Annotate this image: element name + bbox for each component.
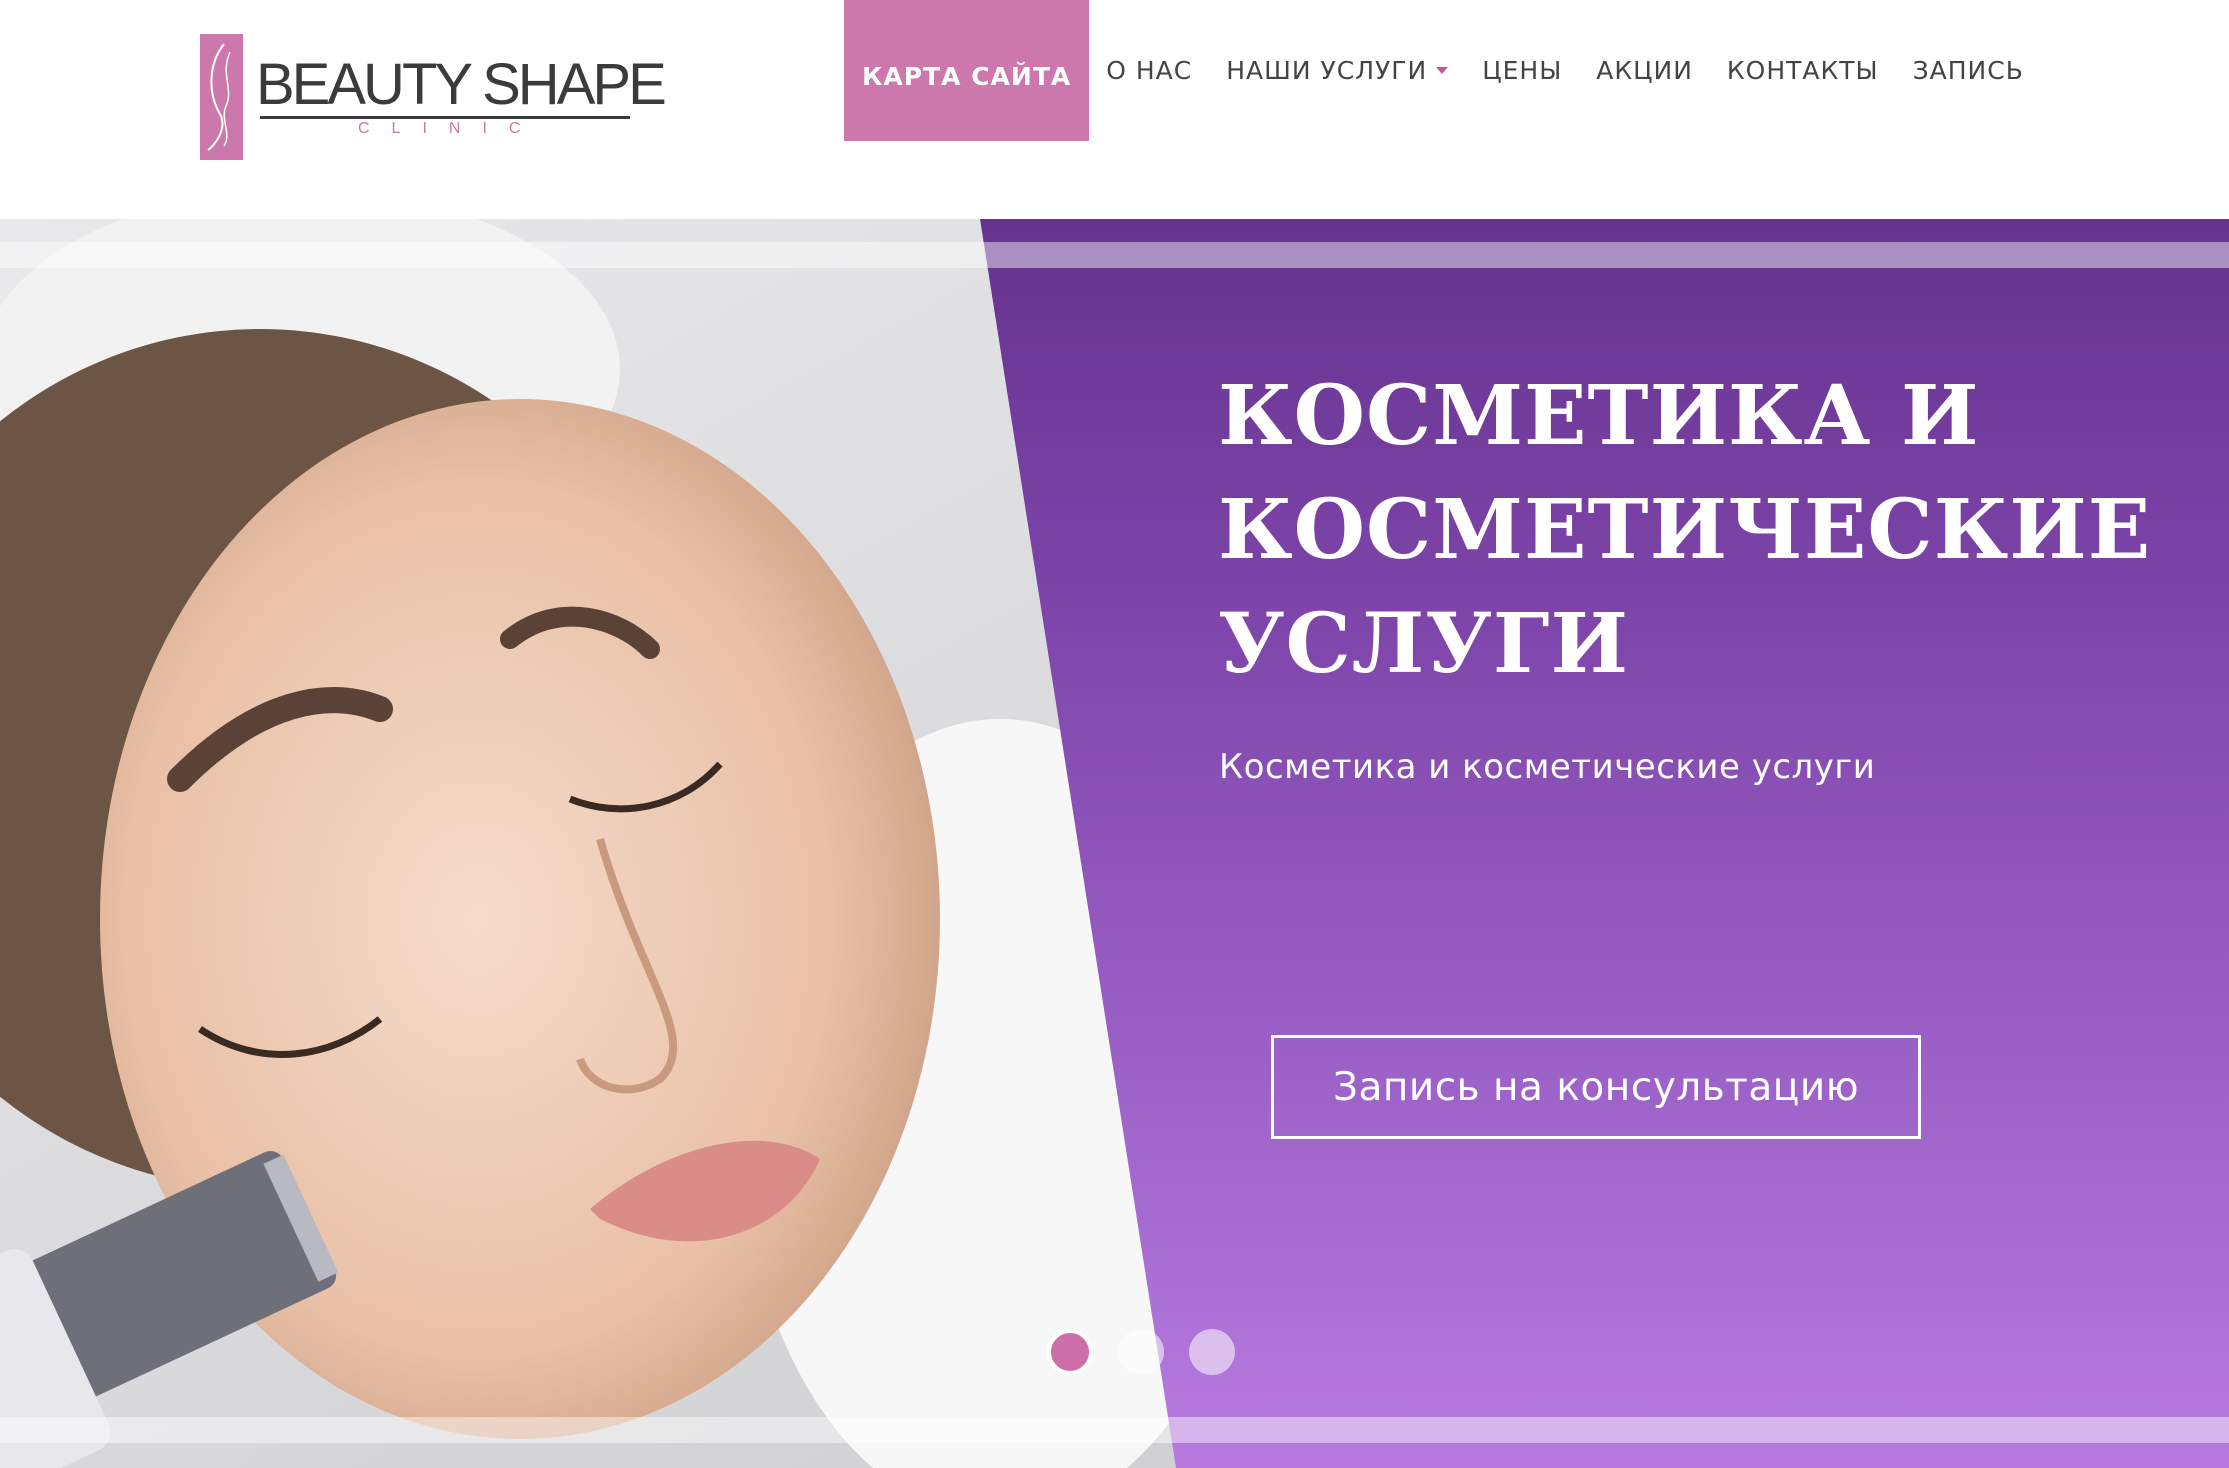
nav-sitemap-label: КАРТА САЙТА: [862, 62, 1072, 91]
brand-logo[interactable]: BEAUTY SHAPE CLINIC: [200, 34, 680, 160]
nav-contacts-label: КОНТАКТЫ: [1726, 56, 1879, 85]
nav-promotions-label: АКЦИИ: [1596, 56, 1693, 85]
chevron-down-icon: [1436, 67, 1449, 74]
hero-title-line-3: УСЛУГИ: [1218, 596, 1629, 692]
hero-slider: КОСМЕТИКА И КОСМЕТИЧЕСКИЕ УСЛУГИ Космети…: [0, 219, 2229, 1468]
slider-pagination: [1047, 1329, 1235, 1375]
hero-title-line-1: КОСМЕТИКА И: [1218, 368, 1980, 464]
hero-top-band: [0, 242, 2229, 268]
logo-monogram-icon: [200, 34, 243, 160]
slider-dot-2[interactable]: [1118, 1329, 1164, 1375]
logo-wordmark: BEAUTY SHAPE: [256, 52, 667, 117]
nav-contacts[interactable]: КОНТАКТЫ: [1710, 0, 1896, 141]
consultation-booking-button[interactable]: Запись на консультацию: [1271, 1035, 1921, 1139]
main-navigation: КАРТА САЙТА О НАС НАШИ УСЛУГИ ЦЕНЫ АКЦИИ…: [844, 0, 2041, 141]
nav-promotions[interactable]: АКЦИИ: [1579, 0, 1710, 141]
hero-title: КОСМЕТИКА И КОСМЕТИЧЕСКИЕ УСЛУГИ: [1218, 359, 2150, 701]
nav-booking[interactable]: ЗАПИСЬ: [1896, 0, 2041, 141]
hero-subtitle: Косметика и косметические услуги: [1219, 747, 1876, 787]
slider-dot-3[interactable]: [1189, 1329, 1235, 1375]
slider-dot-1[interactable]: [1047, 1329, 1093, 1375]
nav-about[interactable]: О НАС: [1089, 0, 1209, 141]
hero-bottom-band: [0, 1417, 2229, 1443]
nav-booking-label: ЗАПИСЬ: [1912, 56, 2024, 85]
nav-about-label: О НАС: [1106, 56, 1193, 85]
logo-subtitle: CLINIC: [358, 120, 543, 137]
logo-divider: [260, 116, 630, 119]
nav-prices-label: ЦЕНЫ: [1482, 56, 1563, 85]
nav-prices[interactable]: ЦЕНЫ: [1465, 0, 1579, 141]
nav-sitemap[interactable]: КАРТА САЙТА: [844, 0, 1090, 141]
site-header: BEAUTY SHAPE CLINIC КАРТА САЙТА О НАС НА…: [0, 0, 2229, 219]
nav-services[interactable]: НАШИ УСЛУГИ: [1209, 0, 1465, 141]
hero-title-line-2: КОСМЕТИЧЕСКИЕ: [1218, 482, 2152, 578]
nav-services-label: НАШИ УСЛУГИ: [1226, 56, 1428, 85]
